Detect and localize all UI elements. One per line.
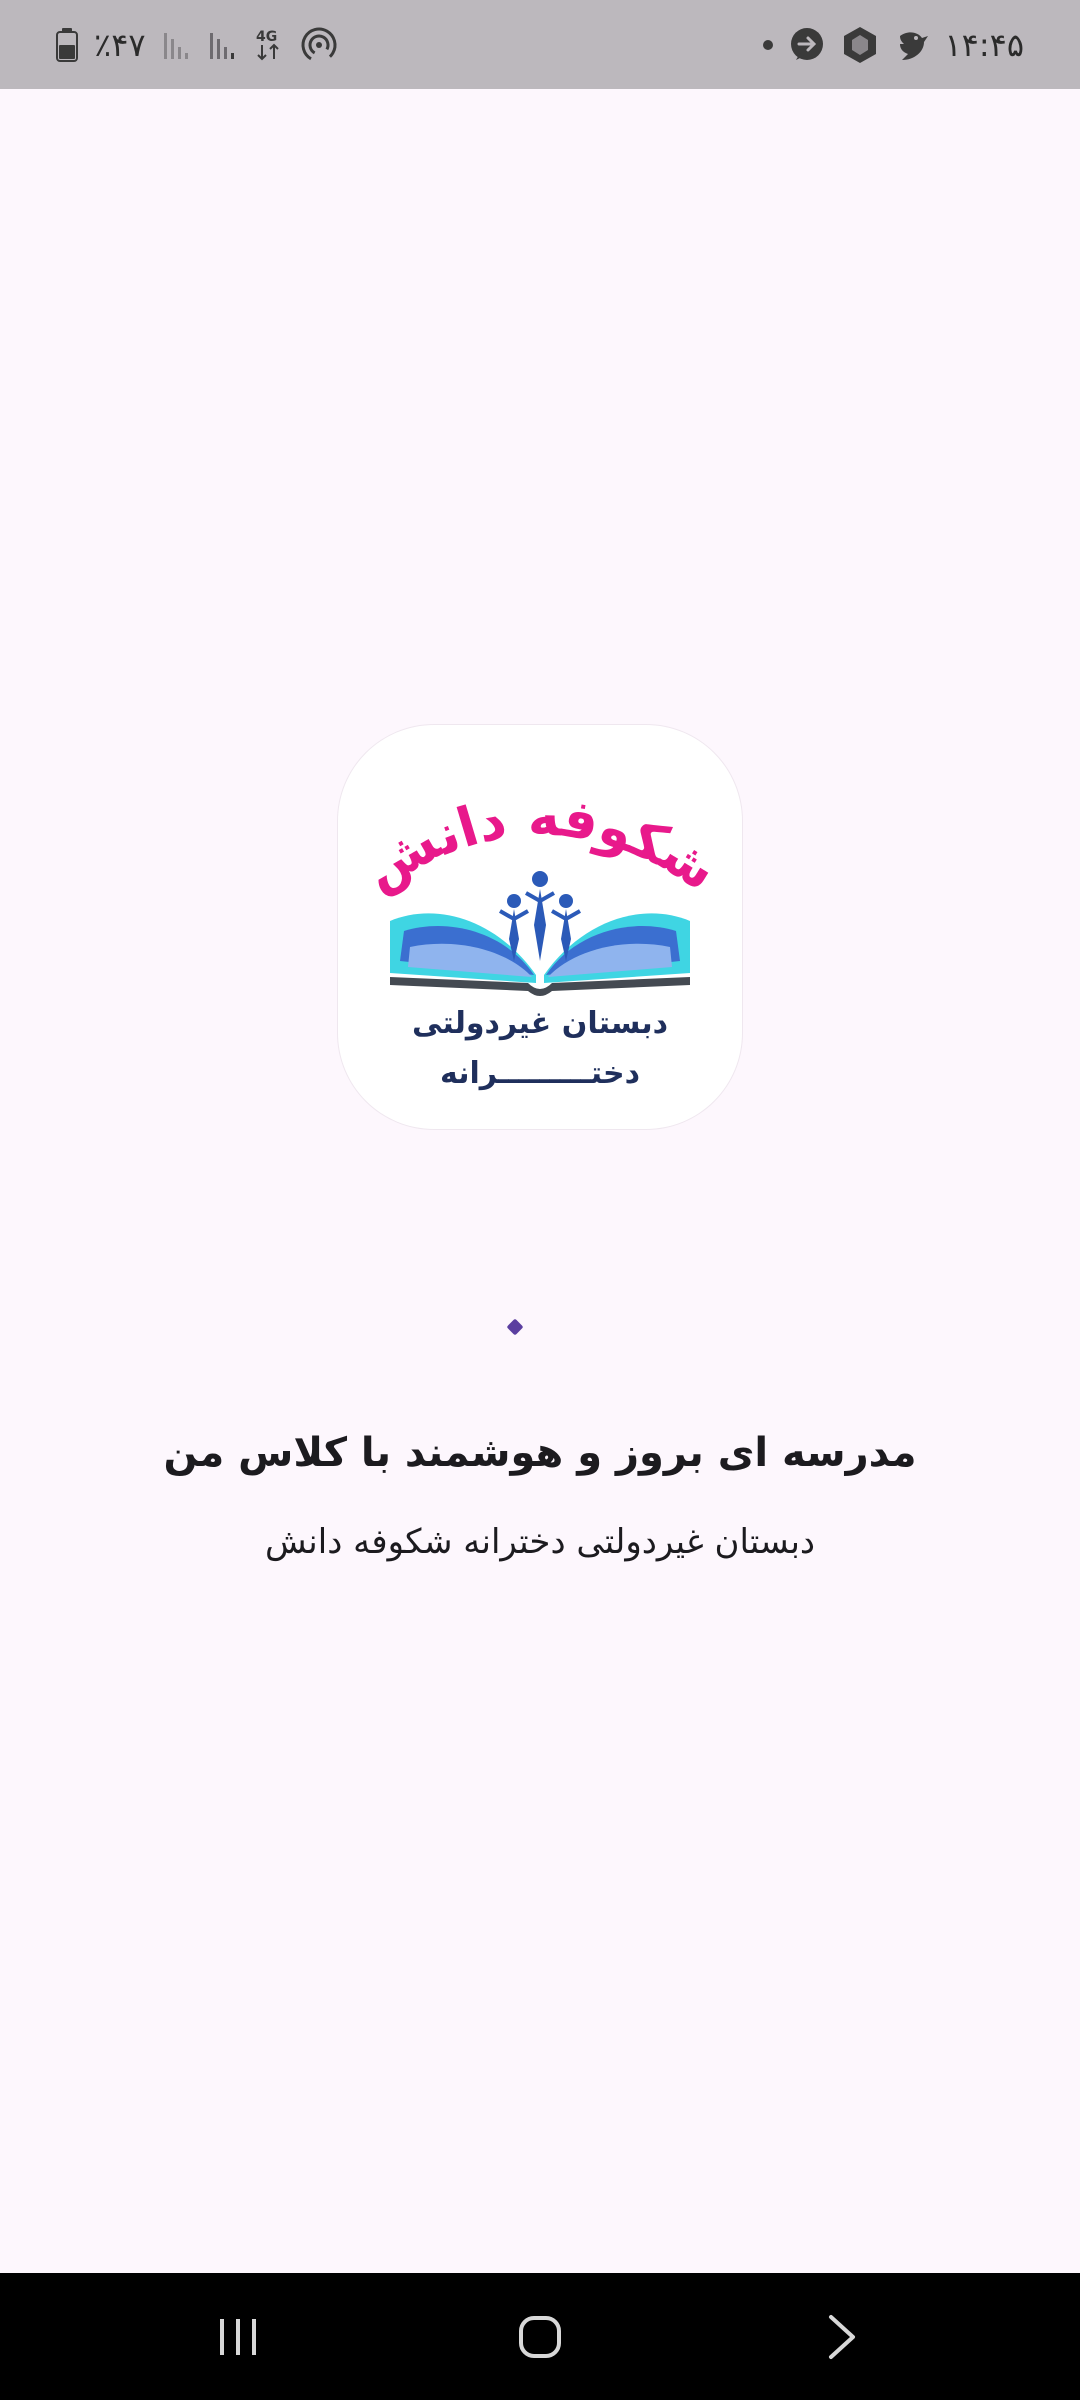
splash-subtitle: دبستان غیردولتی دخترانه شکوفه دانش [264,1522,816,1562]
recents-button[interactable] [168,2273,308,2400]
network-type-label: 4G [256,29,277,45]
hotspot-icon [300,26,338,64]
back-button[interactable] [772,2273,912,2400]
home-icon [519,2315,561,2358]
loading-indicator [506,1318,524,1336]
logo-school-line1: دبستان غیردولتی [412,1006,668,1041]
status-left: ٪۴۷ 4G [56,0,338,89]
notification-dot-icon [762,39,774,51]
battery-icon [56,27,78,62]
navigation-bar [0,2273,1080,2400]
signal-icon [162,29,192,61]
logo-school-line2: دختـــــــــرانه [440,1056,640,1091]
clock: ۱۴:۴۵ [944,25,1024,64]
battery-percent: ٪۴۷ [94,25,146,64]
back-icon [829,2314,855,2359]
hexagon-app-icon [840,25,880,65]
home-button[interactable] [470,2273,610,2400]
status-bar: ٪۴۷ 4G ۱۴:۴۵ [0,0,1080,89]
recents-icon [220,2318,256,2355]
message-icon [788,26,826,64]
status-right: ۱۴:۴۵ [762,0,1024,89]
app-logo: شکوفه دانش دبستان غیردولتی دختـــــــــر… [338,725,742,1129]
students-icon [499,871,581,961]
signal-icon-2 [208,29,238,61]
bird-app-icon [894,26,930,64]
network-type-icon: 4G [254,27,284,63]
splash-tagline: مدرسه ای بروز و هوشمند با کلاس من [163,1430,917,1476]
